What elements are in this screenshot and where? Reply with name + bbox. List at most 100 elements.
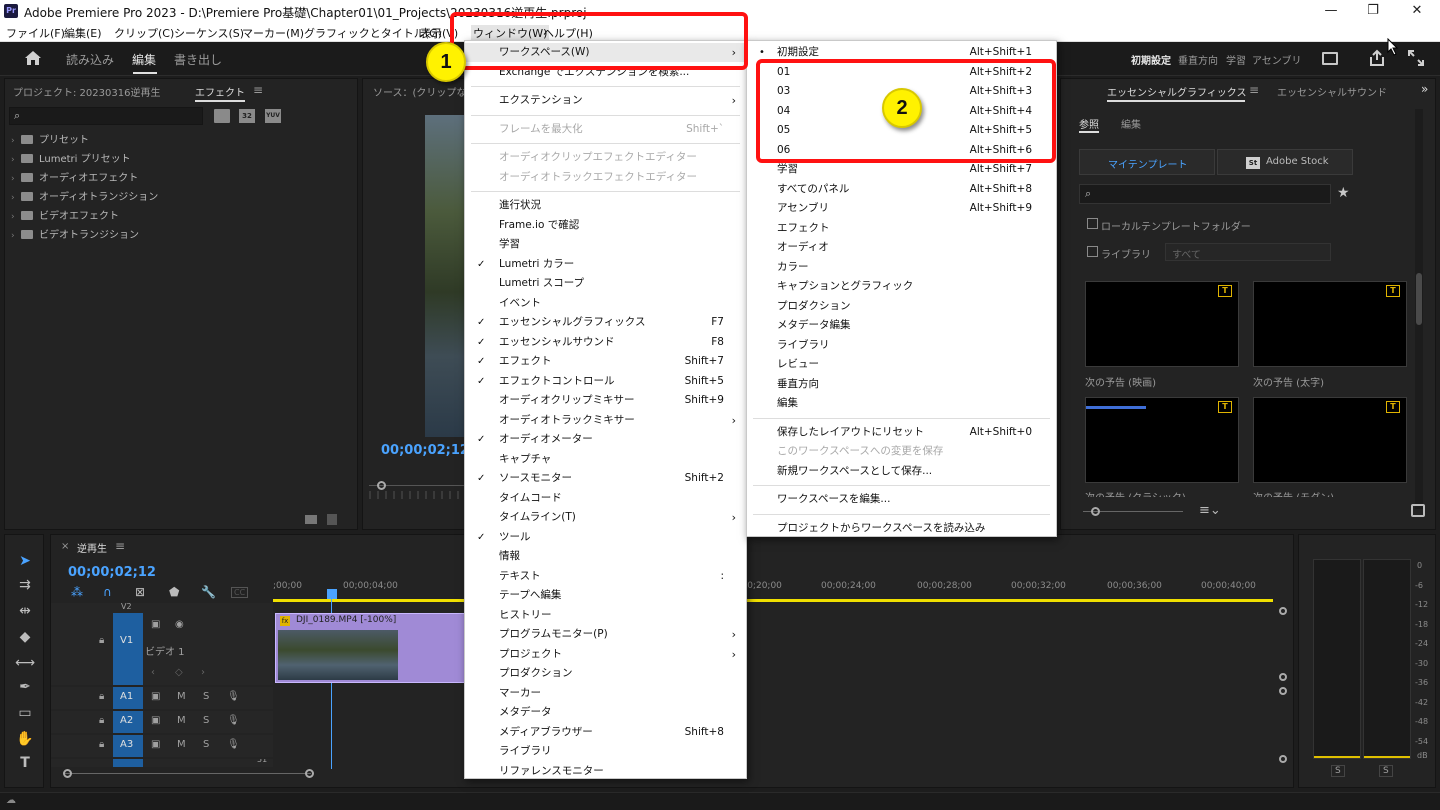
window-menu-item[interactable]: タイムライン(T) › <box>465 508 746 527</box>
subtab-edit[interactable]: 編集 <box>1121 116 1141 131</box>
window-menu-item[interactable]: エクステンション › <box>465 91 746 110</box>
snap-icon[interactable]: ∩ <box>103 585 112 599</box>
workspace-submenu-item[interactable]: すべてのパネル Alt+Shift+8 <box>747 180 1056 199</box>
track-scroll-handle[interactable] <box>1279 687 1287 695</box>
v1-target[interactable]: V1 <box>113 613 143 685</box>
workspace-submenu-item[interactable]: 保存したレイアウトにリセット Alt+Shift+0 <box>747 423 1056 442</box>
template-thumb-4[interactable]: T <box>1253 397 1407 483</box>
tree-item-audio-effects[interactable]: › オーディオエフェクト <box>11 169 138 184</box>
window-menu-item[interactable]: ✓ エッセンシャルサウンド F8 <box>465 333 746 352</box>
a4-target[interactable] <box>113 759 143 767</box>
window-menu-item[interactable]: プロダクション <box>465 664 746 683</box>
rectangle-tool-icon[interactable]: ▭ <box>15 703 35 723</box>
lock-icon[interactable]: 🔒︎ <box>99 691 104 702</box>
local-folder-checkbox[interactable] <box>1087 218 1098 229</box>
template-thumb-3[interactable]: T <box>1085 397 1239 483</box>
sequence-tab[interactable]: 逆再生 <box>77 540 107 555</box>
playhead-handle[interactable] <box>327 589 337 599</box>
tree-item-video-transitions[interactable]: › ビデオトランジション <box>11 226 139 241</box>
sequence-menu-icon[interactable]: ≡ <box>115 539 125 553</box>
wrench-icon[interactable]: 🔧 <box>201 585 216 599</box>
tree-item-video-effects[interactable]: › ビデオエフェクト <box>11 207 119 222</box>
tab-export[interactable]: 書き出し <box>174 51 222 68</box>
sync-lock-icon[interactable]: ▣ <box>151 691 160 702</box>
window-menu-item[interactable]: ✓ ツール <box>465 528 746 547</box>
effects-search-input[interactable]: ⌕ <box>9 107 203 125</box>
fullscreen-icon[interactable] <box>1408 50 1424 66</box>
sort-icon[interactable]: ≡⌄ <box>1199 503 1221 518</box>
solo-left-button[interactable]: S <box>1331 765 1345 777</box>
trash-icon[interactable] <box>327 514 337 525</box>
accelerated-effects-icon[interactable] <box>214 109 230 123</box>
workspace-default[interactable]: 初期設定 <box>1131 52 1171 67</box>
tab-import[interactable]: 読み込み <box>66 51 114 68</box>
solo-button[interactable]: S <box>203 739 209 750</box>
workspace-panel-icon[interactable] <box>1322 52 1338 65</box>
library-select[interactable]: すべて <box>1165 243 1331 261</box>
tree-item-lumetri-presets[interactable]: › Lumetri プリセット <box>11 150 131 165</box>
microphone-icon[interactable]: 🎙︎ <box>227 715 240 726</box>
window-menu-item[interactable]: プロジェクト › <box>465 645 746 664</box>
workspace-submenu-item[interactable]: ワークスペースを編集... <box>747 490 1056 509</box>
source-timecode[interactable]: 00;00;02;12 <box>381 443 469 458</box>
workspace-vertical[interactable]: 垂直方向 <box>1178 52 1218 67</box>
source-monitor-title[interactable]: ソース：(クリップな <box>373 84 466 99</box>
solo-button[interactable]: S <box>203 715 209 726</box>
window-menu-item[interactable]: ✓ エフェクトコントロール Shift+5 <box>465 372 746 391</box>
track-scroll-handle[interactable] <box>1279 673 1287 681</box>
window-menu-item[interactable]: オーディオトラックミキサー › <box>465 411 746 430</box>
mute-button[interactable]: M <box>177 739 186 750</box>
linked-selection-icon[interactable]: ⊠ <box>135 585 145 599</box>
zoom-handle-left[interactable] <box>63 769 72 778</box>
template-thumb-2[interactable]: T <box>1253 281 1407 367</box>
window-menu-item[interactable]: ✓ オーディオメーター <box>465 430 746 449</box>
captions-icon[interactable]: CC <box>231 587 249 598</box>
workspace-submenu-item[interactable]: オーディオ <box>747 238 1056 257</box>
window-menu-item[interactable]: オーディオクリップミキサー Shift+9 <box>465 391 746 410</box>
window-menu-item[interactable]: キャプチャ <box>465 450 746 469</box>
workspace-submenu-item[interactable]: レビュー <box>747 355 1056 374</box>
microphone-icon[interactable]: 🎙︎ <box>227 739 240 750</box>
workspace-assembly[interactable]: アセンブリ <box>1252 52 1302 67</box>
microphone-icon[interactable]: 🎙︎ <box>227 691 240 702</box>
window-menu-item[interactable]: イベント <box>465 294 746 313</box>
new-bin-icon[interactable] <box>305 515 317 524</box>
hand-tool-icon[interactable]: ✋ <box>15 729 35 749</box>
library-checkbox[interactable] <box>1087 246 1098 257</box>
egfx-menu-icon[interactable]: ≡ <box>1249 83 1259 97</box>
prev-keyframe-icon[interactable]: ‹ <box>151 667 155 678</box>
window-menu-item[interactable]: タイムコード <box>465 489 746 508</box>
video-clip[interactable]: fx DJI_0189.MP4 [-100%] <box>275 613 465 683</box>
close-icon[interactable]: ✕ <box>1402 2 1432 20</box>
workspace-submenu-item[interactable]: キャプションとグラフィック <box>747 277 1056 296</box>
window-menu-item[interactable]: テープへ編集 <box>465 586 746 605</box>
tab-essential-sound[interactable]: エッセンシャルサウンド <box>1277 84 1387 99</box>
32bit-effects-icon[interactable]: 32 <box>239 109 255 123</box>
workspace-submenu-item[interactable]: メタデータ編集 <box>747 316 1056 335</box>
window-menu-item[interactable]: Frame.io で確認 <box>465 216 746 235</box>
lock-icon[interactable]: 🔒︎ <box>99 635 104 646</box>
workspace-learning[interactable]: 学習 <box>1226 52 1246 67</box>
workspace-submenu-item[interactable]: ライブラリ <box>747 336 1056 355</box>
tab-essential-graphics[interactable]: エッセンシャルグラフィックス <box>1107 84 1247 99</box>
effects-tab[interactable]: エフェクト <box>195 84 245 99</box>
maximize-icon[interactable]: ❐ <box>1358 2 1388 20</box>
timeline-timecode[interactable]: 00;00;02;12 <box>68 565 156 580</box>
source-zoom-handle[interactable] <box>377 481 386 490</box>
window-menu-item[interactable]: ヒストリー <box>465 606 746 625</box>
menu-sequence[interactable]: シーケンス(S) <box>174 25 244 41</box>
window-menu-item[interactable]: リファレンスモニター <box>465 762 746 781</box>
solo-right-button[interactable]: S <box>1379 765 1393 777</box>
window-menu-item[interactable]: 情報 <box>465 547 746 566</box>
star-icon[interactable]: ★ <box>1337 185 1350 201</box>
creative-cloud-icon[interactable]: ☁ <box>6 795 16 806</box>
window-menu-item[interactable]: 進行状況 <box>465 196 746 215</box>
thumb-size-handle[interactable] <box>1091 507 1100 516</box>
window-menu-item[interactable]: ライブラリ <box>465 742 746 761</box>
new-template-icon[interactable] <box>1411 504 1425 517</box>
timeline-zoom-bar[interactable] <box>65 773 311 774</box>
template-thumb-1[interactable]: T <box>1085 281 1239 367</box>
workspace-submenu-item[interactable]: カラー <box>747 258 1056 277</box>
menu-edit[interactable]: 編集(E) <box>64 25 102 41</box>
slip-tool-icon[interactable]: ⟷ <box>15 653 35 673</box>
